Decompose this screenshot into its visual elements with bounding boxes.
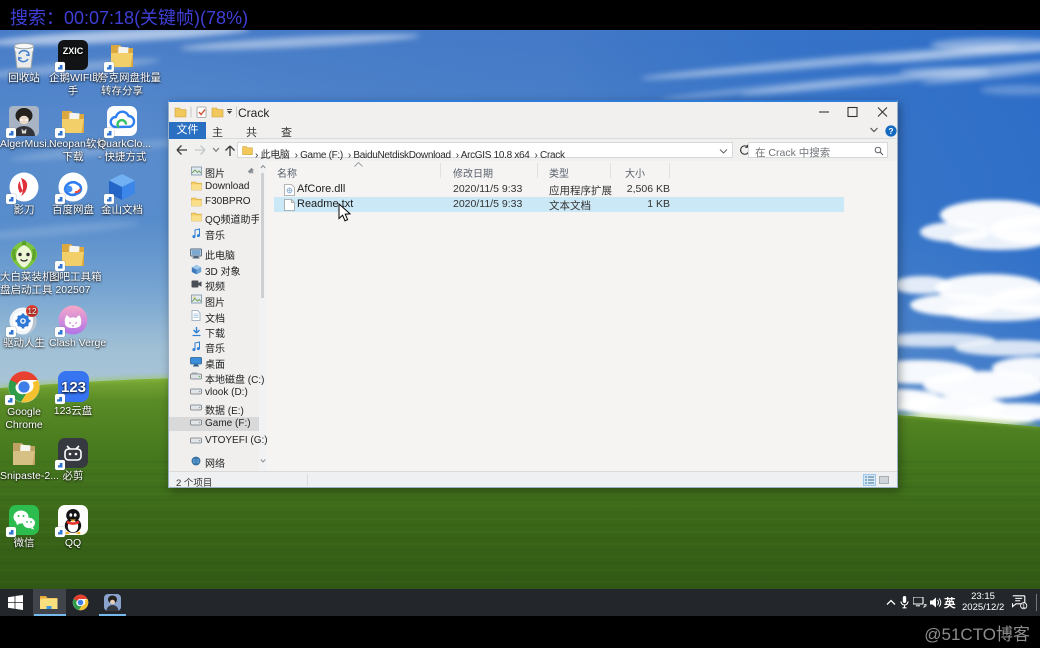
svg-text:?: ? bbox=[888, 126, 893, 136]
svg-text:12: 12 bbox=[28, 307, 37, 316]
svg-text:1: 1 bbox=[1022, 603, 1026, 610]
svg-text:ZXIC: ZXIC bbox=[63, 46, 84, 56]
